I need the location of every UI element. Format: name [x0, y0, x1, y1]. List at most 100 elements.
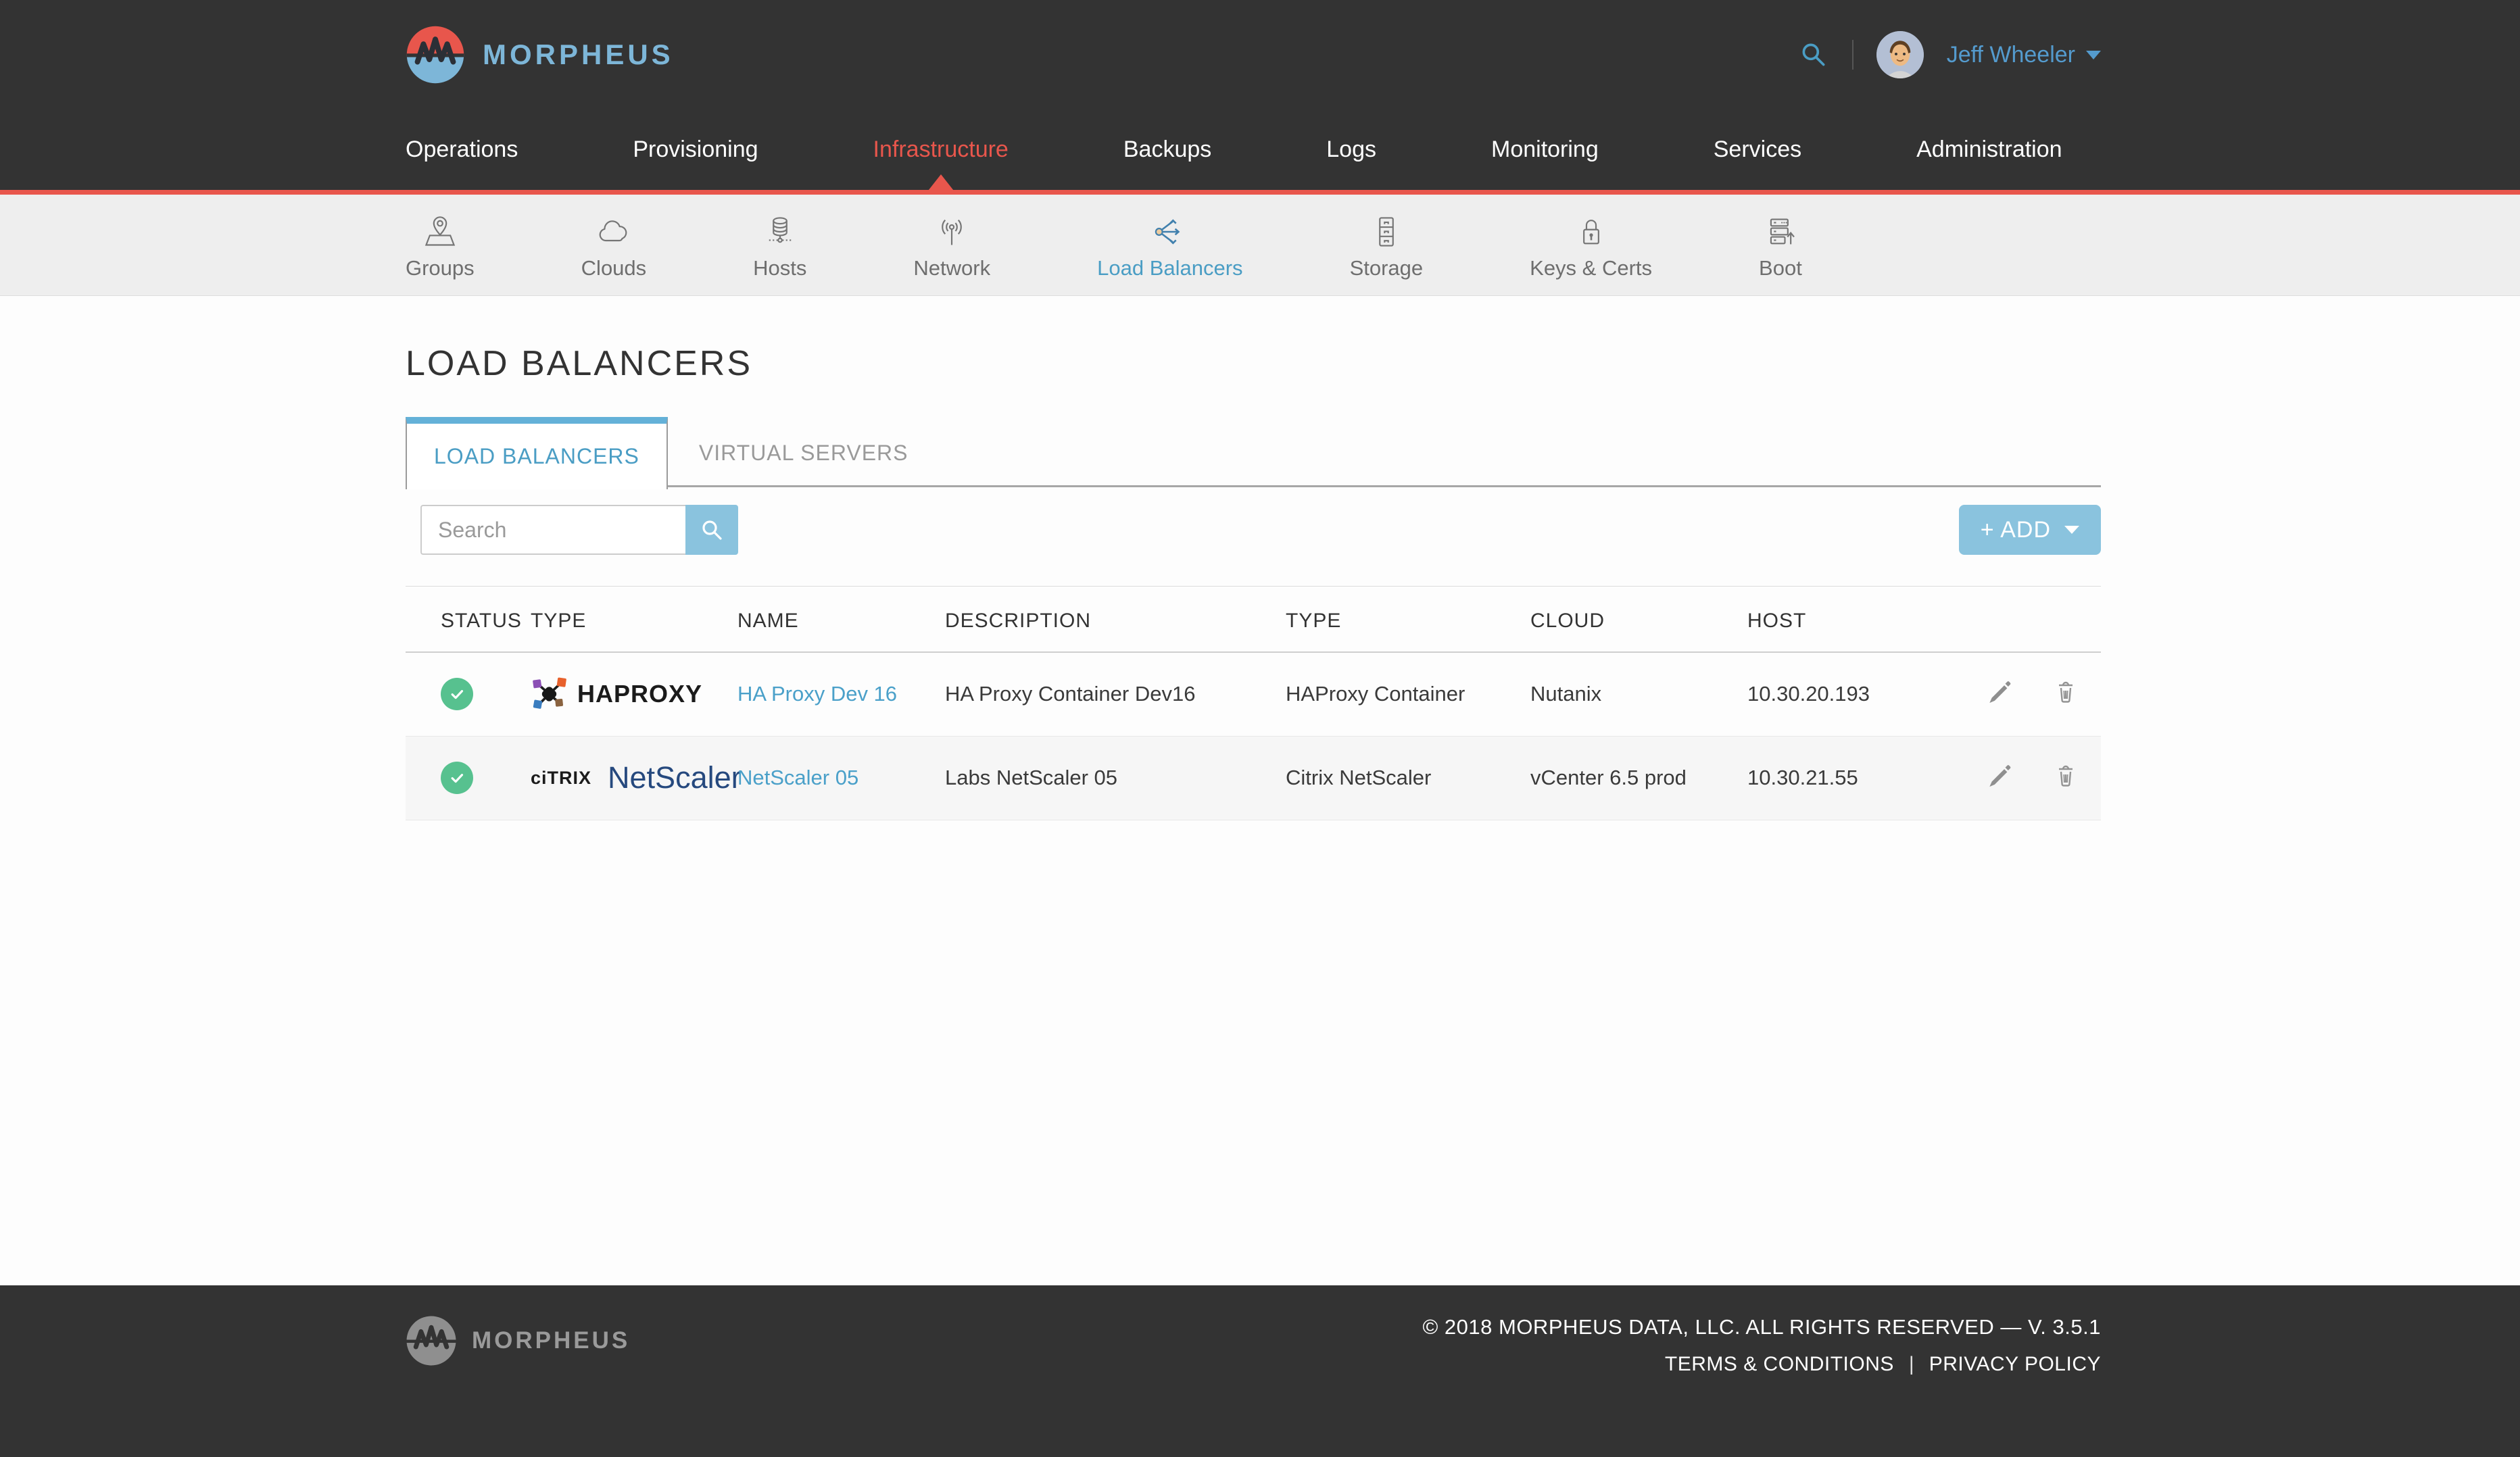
map-marker-icon	[422, 214, 458, 249]
add-button[interactable]: + ADD	[1959, 505, 2101, 555]
servers-up-arrow-icon	[1763, 214, 1798, 249]
col-type-logo: TYPE	[495, 587, 702, 653]
subnav-item-clouds[interactable]: Clouds	[581, 214, 647, 280]
header-actions: Jeff Wheeler	[1798, 31, 2101, 78]
chevron-down-icon	[2086, 51, 2101, 59]
subnav-item-network[interactable]: Network	[913, 214, 990, 280]
netscaler-wordmark: NetScaler	[608, 760, 742, 795]
subnav-item-boot[interactable]: Boot	[1759, 214, 1802, 280]
nav-monitoring[interactable]: Monitoring	[1491, 137, 1599, 163]
delete-button[interactable]	[2053, 678, 2079, 705]
lb-cloud: Nutanix	[1495, 652, 1712, 736]
haproxy-logo: HAPROXY	[531, 671, 702, 717]
nav-infrastructure[interactable]: Infrastructure	[873, 137, 1009, 163]
haproxy-mark-icon	[531, 671, 568, 717]
table-row[interactable]: HAPROXY HA Proxy Dev 16 HA Proxy Contain…	[406, 652, 2101, 736]
global-search-icon[interactable]	[1798, 39, 1829, 70]
haproxy-wordmark: HAPROXY	[577, 680, 702, 708]
footer: MORPHEUS © 2018 MORPHEUS DATA, LLC. ALL …	[0, 1285, 2520, 1457]
lb-name-link[interactable]: HA Proxy Dev 16	[737, 682, 897, 706]
copyright-text: © 2018 MORPHEUS DATA, LLC. ALL RIGHTS RE…	[1422, 1315, 2101, 1339]
header-divider	[1852, 40, 1853, 70]
col-host: HOST	[1712, 587, 1952, 653]
page-root: MORPHEUS	[0, 0, 2520, 1457]
subnav-item-groups[interactable]: Groups	[406, 214, 475, 280]
search-button[interactable]	[685, 505, 738, 555]
user-menu[interactable]: Jeff Wheeler	[1947, 42, 2101, 68]
tab-load-balancers[interactable]: LOAD BALANCERS	[406, 417, 668, 489]
user-avatar[interactable]	[1876, 31, 1924, 78]
lb-cloud: vCenter 6.5 prod	[1495, 736, 1712, 820]
footer-links: TERMS & CONDITIONS | PRIVACY POLICY	[1422, 1353, 2101, 1376]
delete-button[interactable]	[2053, 762, 2079, 789]
footer-legal: © 2018 MORPHEUS DATA, LLC. ALL RIGHTS RE…	[1422, 1315, 2101, 1376]
terms-link[interactable]: TERMS & CONDITIONS	[1665, 1353, 1894, 1376]
main-nav: Operations Provisioning Infrastructure B…	[0, 109, 2520, 195]
trash-icon	[2053, 678, 2079, 705]
database-icon	[762, 214, 798, 249]
search-input[interactable]	[420, 505, 685, 555]
nav-services[interactable]: Services	[1714, 137, 1801, 163]
brand[interactable]: MORPHEUS	[406, 25, 674, 84]
search-icon	[698, 516, 725, 543]
subnav-item-load-balancers[interactable]: Load Balancers	[1097, 214, 1242, 280]
col-cloud: CLOUD	[1495, 587, 1712, 653]
footer-brand: MORPHEUS	[406, 1315, 630, 1366]
footer-brand-name: MORPHEUS	[472, 1327, 630, 1354]
subnav-label: Keys & Certs	[1530, 256, 1652, 280]
table-header-row: STATUS TYPE NAME DESCRIPTION TYPE CLOUD …	[406, 587, 2101, 653]
main-content: LOAD BALANCERS LOAD BALANCERS VIRTUAL SE…	[0, 296, 2520, 1285]
nav-operations[interactable]: Operations	[406, 137, 518, 163]
edit-button[interactable]	[1987, 681, 2012, 705]
nav-provisioning[interactable]: Provisioning	[633, 137, 758, 163]
col-actions	[1952, 587, 2101, 653]
antenna-icon	[934, 214, 969, 249]
citrix-wordmark: ciTRIX	[531, 768, 591, 789]
user-name: Jeff Wheeler	[1947, 42, 2075, 68]
subnav-label: Hosts	[753, 256, 806, 280]
morpheus-logo-gray-icon	[406, 1315, 457, 1366]
tab-virtual-servers[interactable]: VIRTUAL SERVERS	[668, 421, 940, 485]
search-box	[420, 505, 738, 555]
subnav-label: Clouds	[581, 256, 647, 280]
chevron-down-icon	[2064, 526, 2079, 534]
citrix-netscaler-logo: ciTRIX NetScaler	[531, 760, 702, 795]
lb-type: HAProxy Container	[1251, 652, 1495, 736]
status-ok-icon	[441, 678, 473, 710]
padlock-icon	[1574, 214, 1609, 249]
col-status: STATUS	[406, 587, 495, 653]
subnav-label: Load Balancers	[1097, 256, 1242, 280]
subnav-item-storage[interactable]: Storage	[1350, 214, 1424, 280]
col-description: DESCRIPTION	[910, 587, 1251, 653]
lb-description: Labs NetScaler 05	[910, 736, 1251, 820]
infrastructure-subnav: Groups Clouds Hosts	[0, 195, 2520, 296]
edit-button[interactable]	[1987, 764, 2012, 789]
toolbar: + ADD	[406, 505, 2101, 555]
morpheus-logo-icon	[406, 25, 465, 84]
brand-name: MORPHEUS	[483, 39, 674, 71]
avatar-image-icon	[1876, 31, 1924, 78]
subnav-item-keys-certs[interactable]: Keys & Certs	[1530, 214, 1652, 280]
lb-type: Citrix NetScaler	[1251, 736, 1495, 820]
add-button-label: + ADD	[1981, 517, 2051, 543]
load-balancers-table: STATUS TYPE NAME DESCRIPTION TYPE CLOUD …	[406, 586, 2101, 820]
subnav-label: Network	[913, 256, 990, 280]
lb-name-link[interactable]: NetScaler 05	[737, 766, 858, 789]
privacy-link[interactable]: PRIVACY POLICY	[1929, 1353, 2101, 1376]
status-ok-icon	[441, 762, 473, 794]
load-balancer-icon	[1153, 214, 1188, 249]
subnav-label: Groups	[406, 256, 475, 280]
nav-backups[interactable]: Backups	[1123, 137, 1211, 163]
trash-icon	[2053, 762, 2079, 789]
lb-description: HA Proxy Container Dev16	[910, 652, 1251, 736]
footer-link-separator: |	[1909, 1353, 1914, 1376]
tab-bar: LOAD BALANCERS VIRTUAL SERVERS	[406, 419, 2101, 487]
cloud-icon	[596, 214, 631, 249]
nav-logs[interactable]: Logs	[1326, 137, 1376, 163]
nav-administration[interactable]: Administration	[1916, 137, 2062, 163]
pencil-icon	[1987, 681, 2012, 705]
file-cabinet-icon	[1369, 214, 1404, 249]
table-row[interactable]: ciTRIX NetScaler NetScaler 05 Labs NetSc…	[406, 736, 2101, 820]
col-name: NAME	[702, 587, 910, 653]
subnav-item-hosts[interactable]: Hosts	[753, 214, 806, 280]
